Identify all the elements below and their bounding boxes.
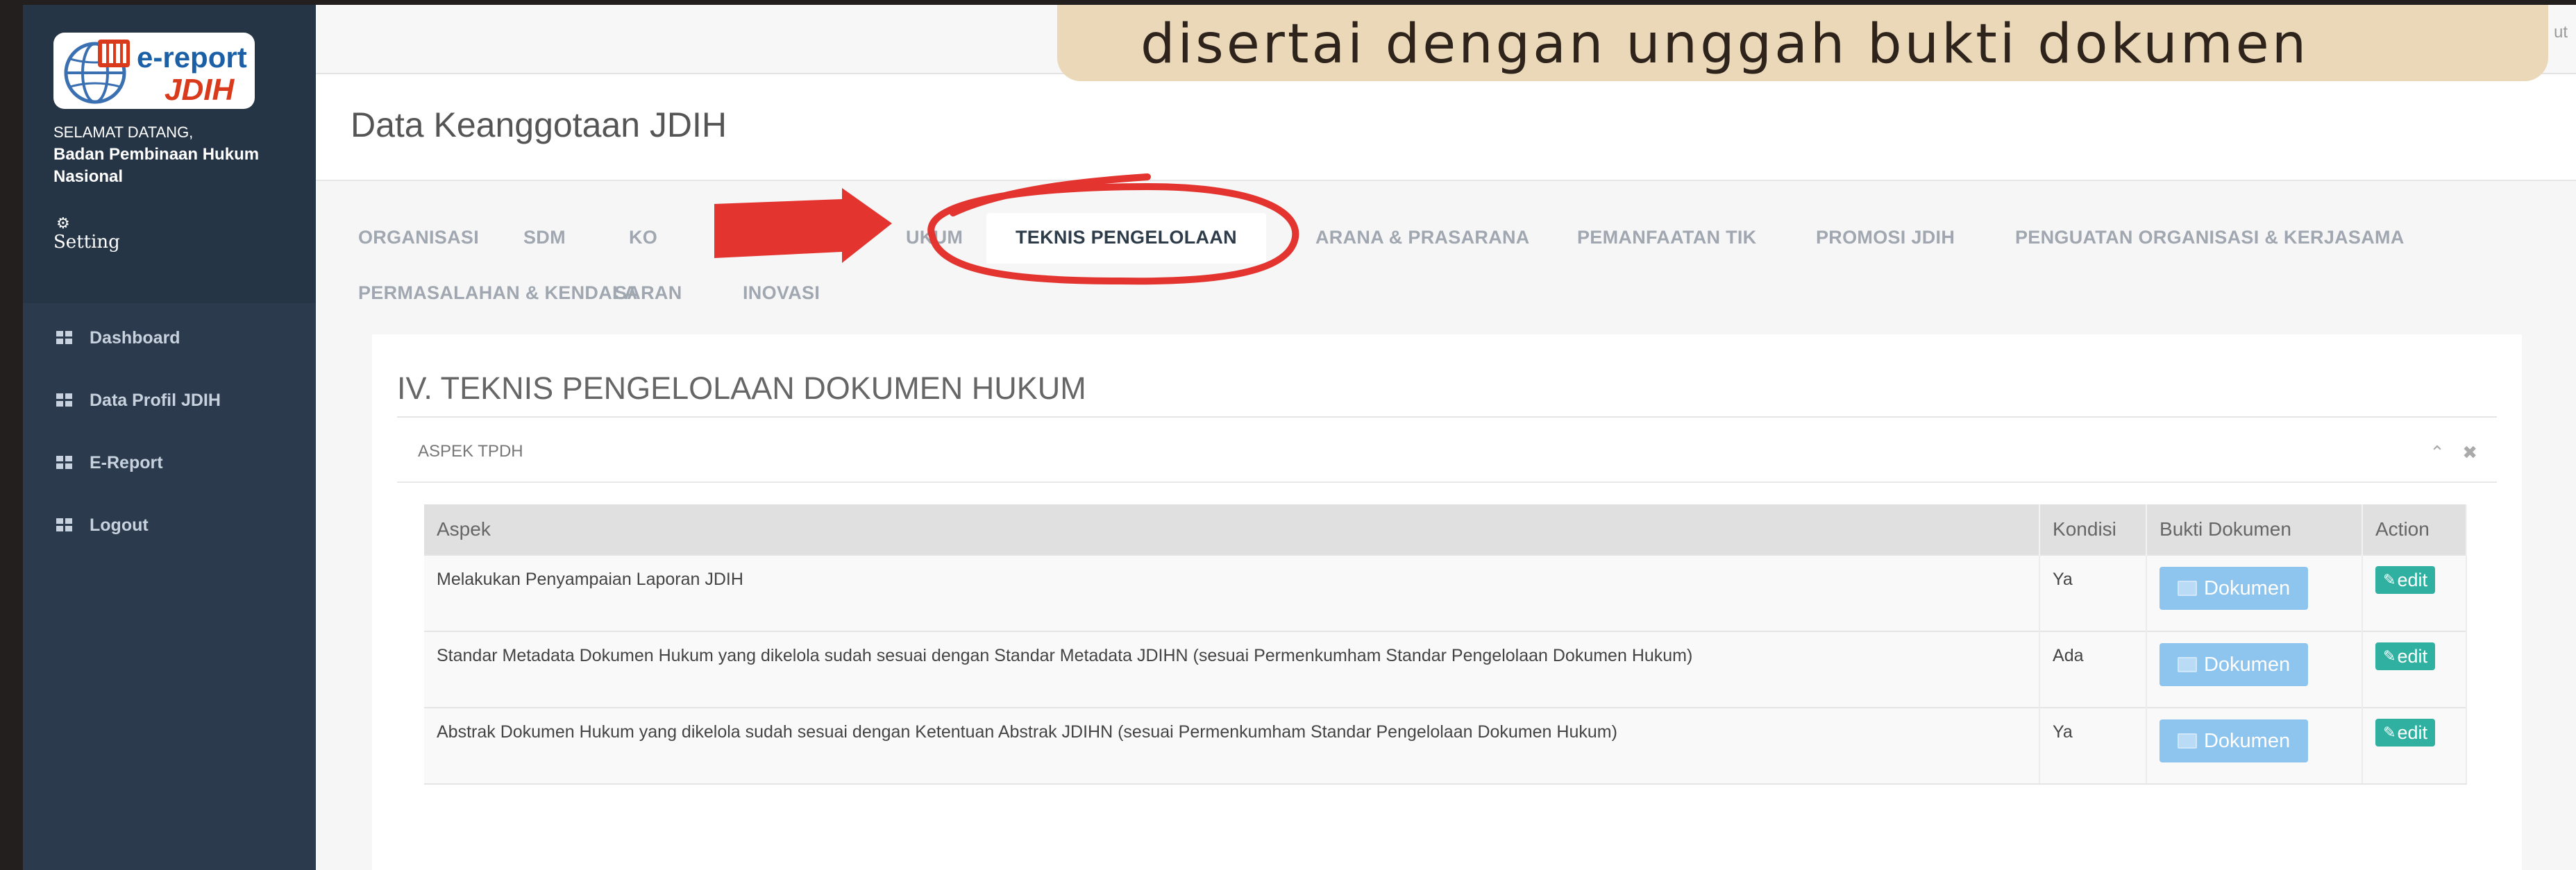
app-window: e-report JDIH SELAMAT DATANG, Badan Pemb… <box>23 5 2576 870</box>
red-arrow-annotation <box>714 188 892 263</box>
caption-banner: disertai dengan unggah bukti dokumen <box>1057 5 2548 81</box>
annotation-overlay <box>714 173 1299 285</box>
red-circle-annotation <box>927 173 1299 285</box>
caption-text: disertai dengan unggah bukti dokumen <box>1140 13 2309 76</box>
